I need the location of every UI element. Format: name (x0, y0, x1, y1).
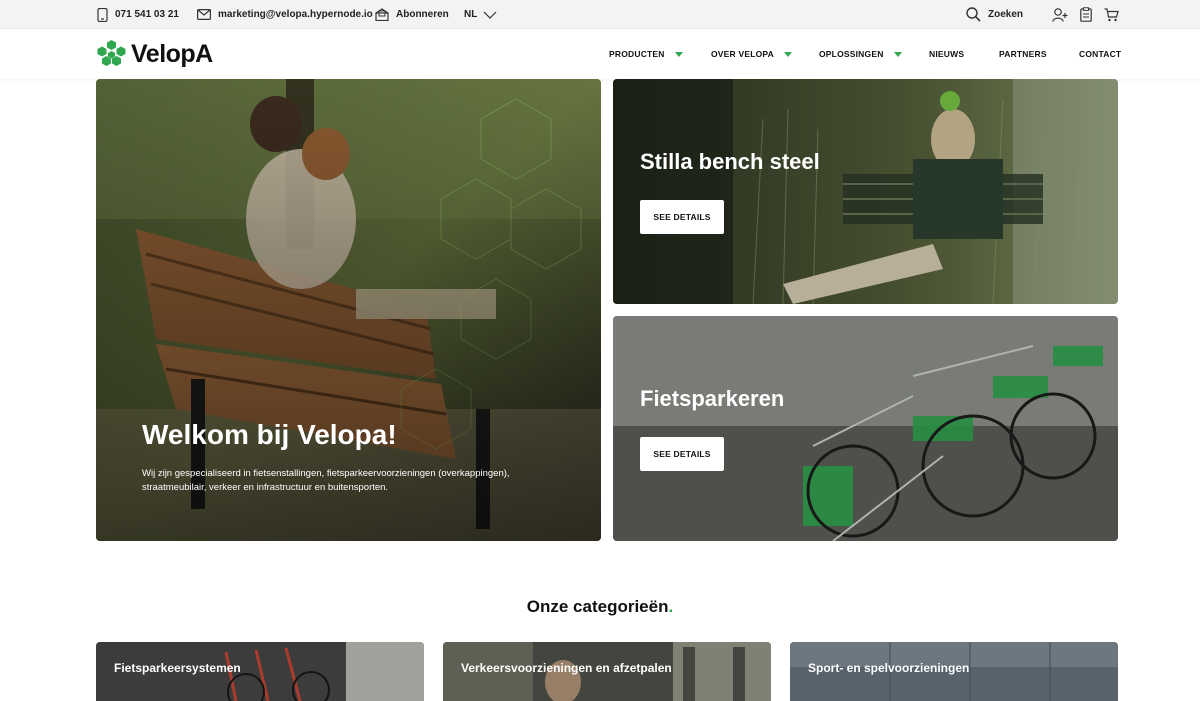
phone-number: 071 541 03 21 (115, 9, 179, 20)
chevron-down-icon (483, 11, 497, 19)
caret-down-icon (893, 51, 902, 57)
categories-heading-dot: . (668, 597, 674, 616)
stilla-bench-image (613, 79, 1118, 304)
category-card-verkeersvoorzieningen[interactable]: Verkeersvoorzieningen en afzetpalen (443, 642, 771, 701)
caret-down-icon (674, 51, 683, 57)
account-button[interactable] (1052, 0, 1075, 29)
nav-item-label: CONTACT (1079, 49, 1122, 59)
cart-icon (1104, 7, 1119, 21)
nav-item-over-velopa[interactable]: OVER VELOPA (711, 29, 792, 79)
email-address: marketing@velopa.hypernode.io (218, 9, 373, 20)
fietsparkeren-image (613, 316, 1118, 541)
language-select[interactable]: NL (464, 0, 504, 29)
mail-icon (197, 9, 211, 20)
hero-card-fietsparkeren: Fietsparkeren SEE DETAILS (613, 316, 1118, 541)
search-label: Zoeken (988, 9, 1024, 20)
cart-button[interactable] (1104, 0, 1126, 29)
nav-item-label: PARTNERS (999, 49, 1047, 59)
phone-icon (97, 7, 108, 22)
category-label: Fietsparkeersystemen (114, 661, 241, 675)
hero-main-title: Welkom bij Velopa! (142, 419, 397, 450)
clipboard-icon (1080, 7, 1092, 22)
nav-item-producten[interactable]: PRODUCTEN (609, 29, 683, 79)
main-navigation: VelopA PRODUCTEN OVER VELOPA OPLOSSINGEN… (0, 29, 1200, 79)
category-card-fietsparkeersystemen[interactable]: Fietsparkeersystemen (96, 642, 424, 701)
category-label: Sport- en spelvoorzieningen (808, 661, 970, 675)
quote-list-button[interactable] (1080, 0, 1099, 29)
nav-item-oplossingen[interactable]: OPLOSSINGEN (819, 29, 902, 79)
nav-item-partners[interactable]: PARTNERS (999, 29, 1047, 79)
fietsparkeren-title: Fietsparkeren (640, 386, 785, 411)
subscribe-icon (375, 8, 389, 21)
hero-main-card: Welkom bij Velopa! Wij zijn gespecialise… (96, 79, 601, 541)
stilla-bench-title: Stilla bench steel (640, 149, 820, 174)
user-icon (1052, 7, 1068, 22)
search-icon (966, 7, 981, 22)
language-label: NL (464, 9, 478, 20)
categories-heading-text: Onze categorieën (526, 597, 669, 616)
nav-item-nieuws[interactable]: NIEUWS (929, 29, 964, 79)
fietsparkeren-details-button[interactable]: SEE DETAILS (640, 437, 724, 471)
categories-heading: Onze categorieën. (0, 597, 1200, 617)
subscribe-label: Abonneren (396, 9, 449, 20)
phone-link[interactable]: 071 541 03 21 (97, 0, 179, 29)
top-utility-bar: 071 541 03 21 marketing@velopa.hypernode… (0, 0, 1200, 29)
hero-main-text: Wij zijn gespecialiseerd in fietsenstall… (142, 468, 510, 493)
hero-card-stilla-bench: Stilla bench steel SEE DETAILS (613, 79, 1118, 304)
category-label: Verkeersvoorzieningen en afzetpalen (461, 661, 672, 675)
nav-item-label: OVER VELOPA (711, 49, 774, 59)
search-link[interactable]: Zoeken (966, 0, 1023, 29)
logo-text: VelopA (131, 39, 213, 68)
nav-item-contact[interactable]: CONTACT (1079, 29, 1121, 79)
logo-mark-icon (97, 40, 126, 66)
nav-item-label: NIEUWS (929, 49, 965, 59)
category-card-sport-spel[interactable]: Sport- en spelvoorzieningen (790, 642, 1118, 701)
subscribe-link[interactable]: Abonneren (375, 0, 449, 29)
logo[interactable]: VelopA (96, 39, 213, 69)
stilla-bench-details-button[interactable]: SEE DETAILS (640, 200, 724, 234)
email-link[interactable]: marketing@velopa.hypernode.io (197, 0, 373, 29)
nav-item-label: PRODUCTEN (609, 49, 665, 59)
caret-down-icon (783, 51, 792, 57)
nav-item-label: OPLOSSINGEN (819, 49, 884, 59)
